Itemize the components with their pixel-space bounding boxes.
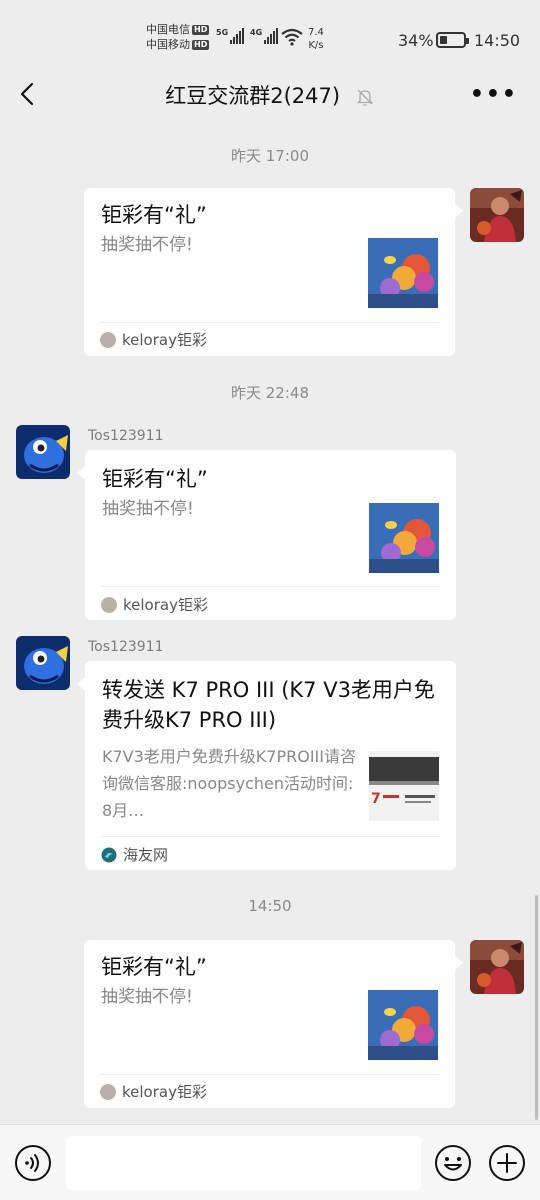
card-description: 抽奖抽不停! (102, 499, 194, 519)
battery-percent: 34% (398, 31, 434, 50)
card-source: 海友网 (101, 844, 168, 865)
card-divider (100, 1074, 439, 1075)
source-name: 海友网 (123, 846, 169, 864)
card-description: 抽奖抽不停! (101, 987, 193, 1007)
chat-title-area[interactable]: 红豆交流群2(247) (0, 80, 540, 110)
sender-name: Tos123911 (88, 639, 164, 655)
bubble-tail (77, 677, 85, 691)
source-logo-icon (100, 1083, 116, 1100)
signal-5g-icon: 5G (216, 28, 245, 44)
carrier-info: 中国电信 HD 中国移动 HD (146, 22, 210, 52)
card-title: 钜彩有“礼” (102, 467, 208, 491)
card-divider (101, 836, 440, 837)
card-thumbnail: 7 (369, 751, 439, 821)
avatar[interactable] (470, 940, 524, 994)
bubble-tail (455, 204, 463, 218)
input-bar (0, 1124, 540, 1200)
message-timestamp: 昨天 17:00 (231, 147, 309, 165)
card-description: K7V3老用户免费升级K7PROIII请咨询微信客服:noopsychen活动时… (102, 747, 356, 820)
card-divider (100, 322, 439, 323)
card-source: keloray钜彩 (100, 329, 207, 350)
carrier-2: 中国移动 (146, 38, 190, 51)
message-timestamp: 14:50 (248, 897, 292, 915)
source-name: keloray钜彩 (122, 1083, 207, 1101)
card-description: 抽奖抽不停! (101, 235, 193, 255)
bubble-tail (455, 956, 463, 970)
message-input[interactable] (66, 1136, 421, 1190)
source-logo-icon (101, 596, 117, 613)
hd-badge: HD (192, 39, 210, 50)
more-icon[interactable]: ••• (470, 82, 518, 107)
card-thumbnail (369, 503, 439, 573)
status-bar: 中国电信 HD 中国移动 HD 5G 4G 7.4 K/s 34% 14:50 (0, 0, 540, 64)
hd-badge: HD (192, 24, 210, 35)
plus-icon[interactable] (488, 1144, 526, 1182)
card-source: keloray钜彩 (100, 1081, 207, 1102)
source-name: keloray钜彩 (123, 596, 208, 614)
battery-icon (436, 32, 469, 48)
svg-text:7: 7 (371, 791, 381, 807)
card-thumbnail (368, 990, 438, 1060)
wifi-icon (281, 28, 303, 46)
link-card[interactable]: 转发送 K7 PRO III (K7 V3老用户免费升级K7 PRO III) … (85, 661, 456, 870)
status-time: 14:50 (474, 31, 521, 50)
emoji-icon[interactable] (434, 1144, 472, 1182)
voice-icon[interactable] (14, 1144, 52, 1182)
network-speed: 7.4 K/s (308, 27, 324, 51)
scrollbar[interactable] (535, 895, 538, 1120)
card-title: 钜彩有“礼” (101, 203, 207, 227)
avatar[interactable] (16, 636, 70, 690)
card-divider (101, 586, 440, 587)
chat-header: 红豆交流群2(247) ••• (0, 64, 540, 124)
avatar[interactable] (16, 425, 70, 479)
bubble-tail (77, 466, 85, 480)
signal-4g-icon: 4G (250, 28, 279, 44)
card-source: keloray钜彩 (101, 594, 208, 615)
link-card[interactable]: 钜彩有“礼” 抽奖抽不停! keloray钜彩 (84, 188, 455, 356)
source-logo-icon (100, 331, 116, 348)
bell-off-icon (356, 89, 373, 106)
message-timestamp: 昨天 22:48 (231, 384, 309, 402)
sender-name: Tos123911 (88, 428, 164, 444)
chat-title: 红豆交流群2(247) (165, 84, 341, 108)
card-title: 钜彩有“礼” (101, 955, 207, 979)
card-title: 转发送 K7 PRO III (K7 V3老用户免费升级K7 PRO III) (102, 678, 435, 732)
source-logo-icon (101, 847, 117, 862)
link-card[interactable]: 钜彩有“礼” 抽奖抽不停! keloray钜彩 (85, 450, 456, 620)
avatar[interactable] (470, 188, 524, 242)
source-name: keloray钜彩 (122, 331, 207, 349)
card-thumbnail (368, 238, 438, 308)
carrier-1: 中国电信 (146, 23, 190, 36)
link-card[interactable]: 钜彩有“礼” 抽奖抽不停! keloray钜彩 (84, 940, 455, 1108)
